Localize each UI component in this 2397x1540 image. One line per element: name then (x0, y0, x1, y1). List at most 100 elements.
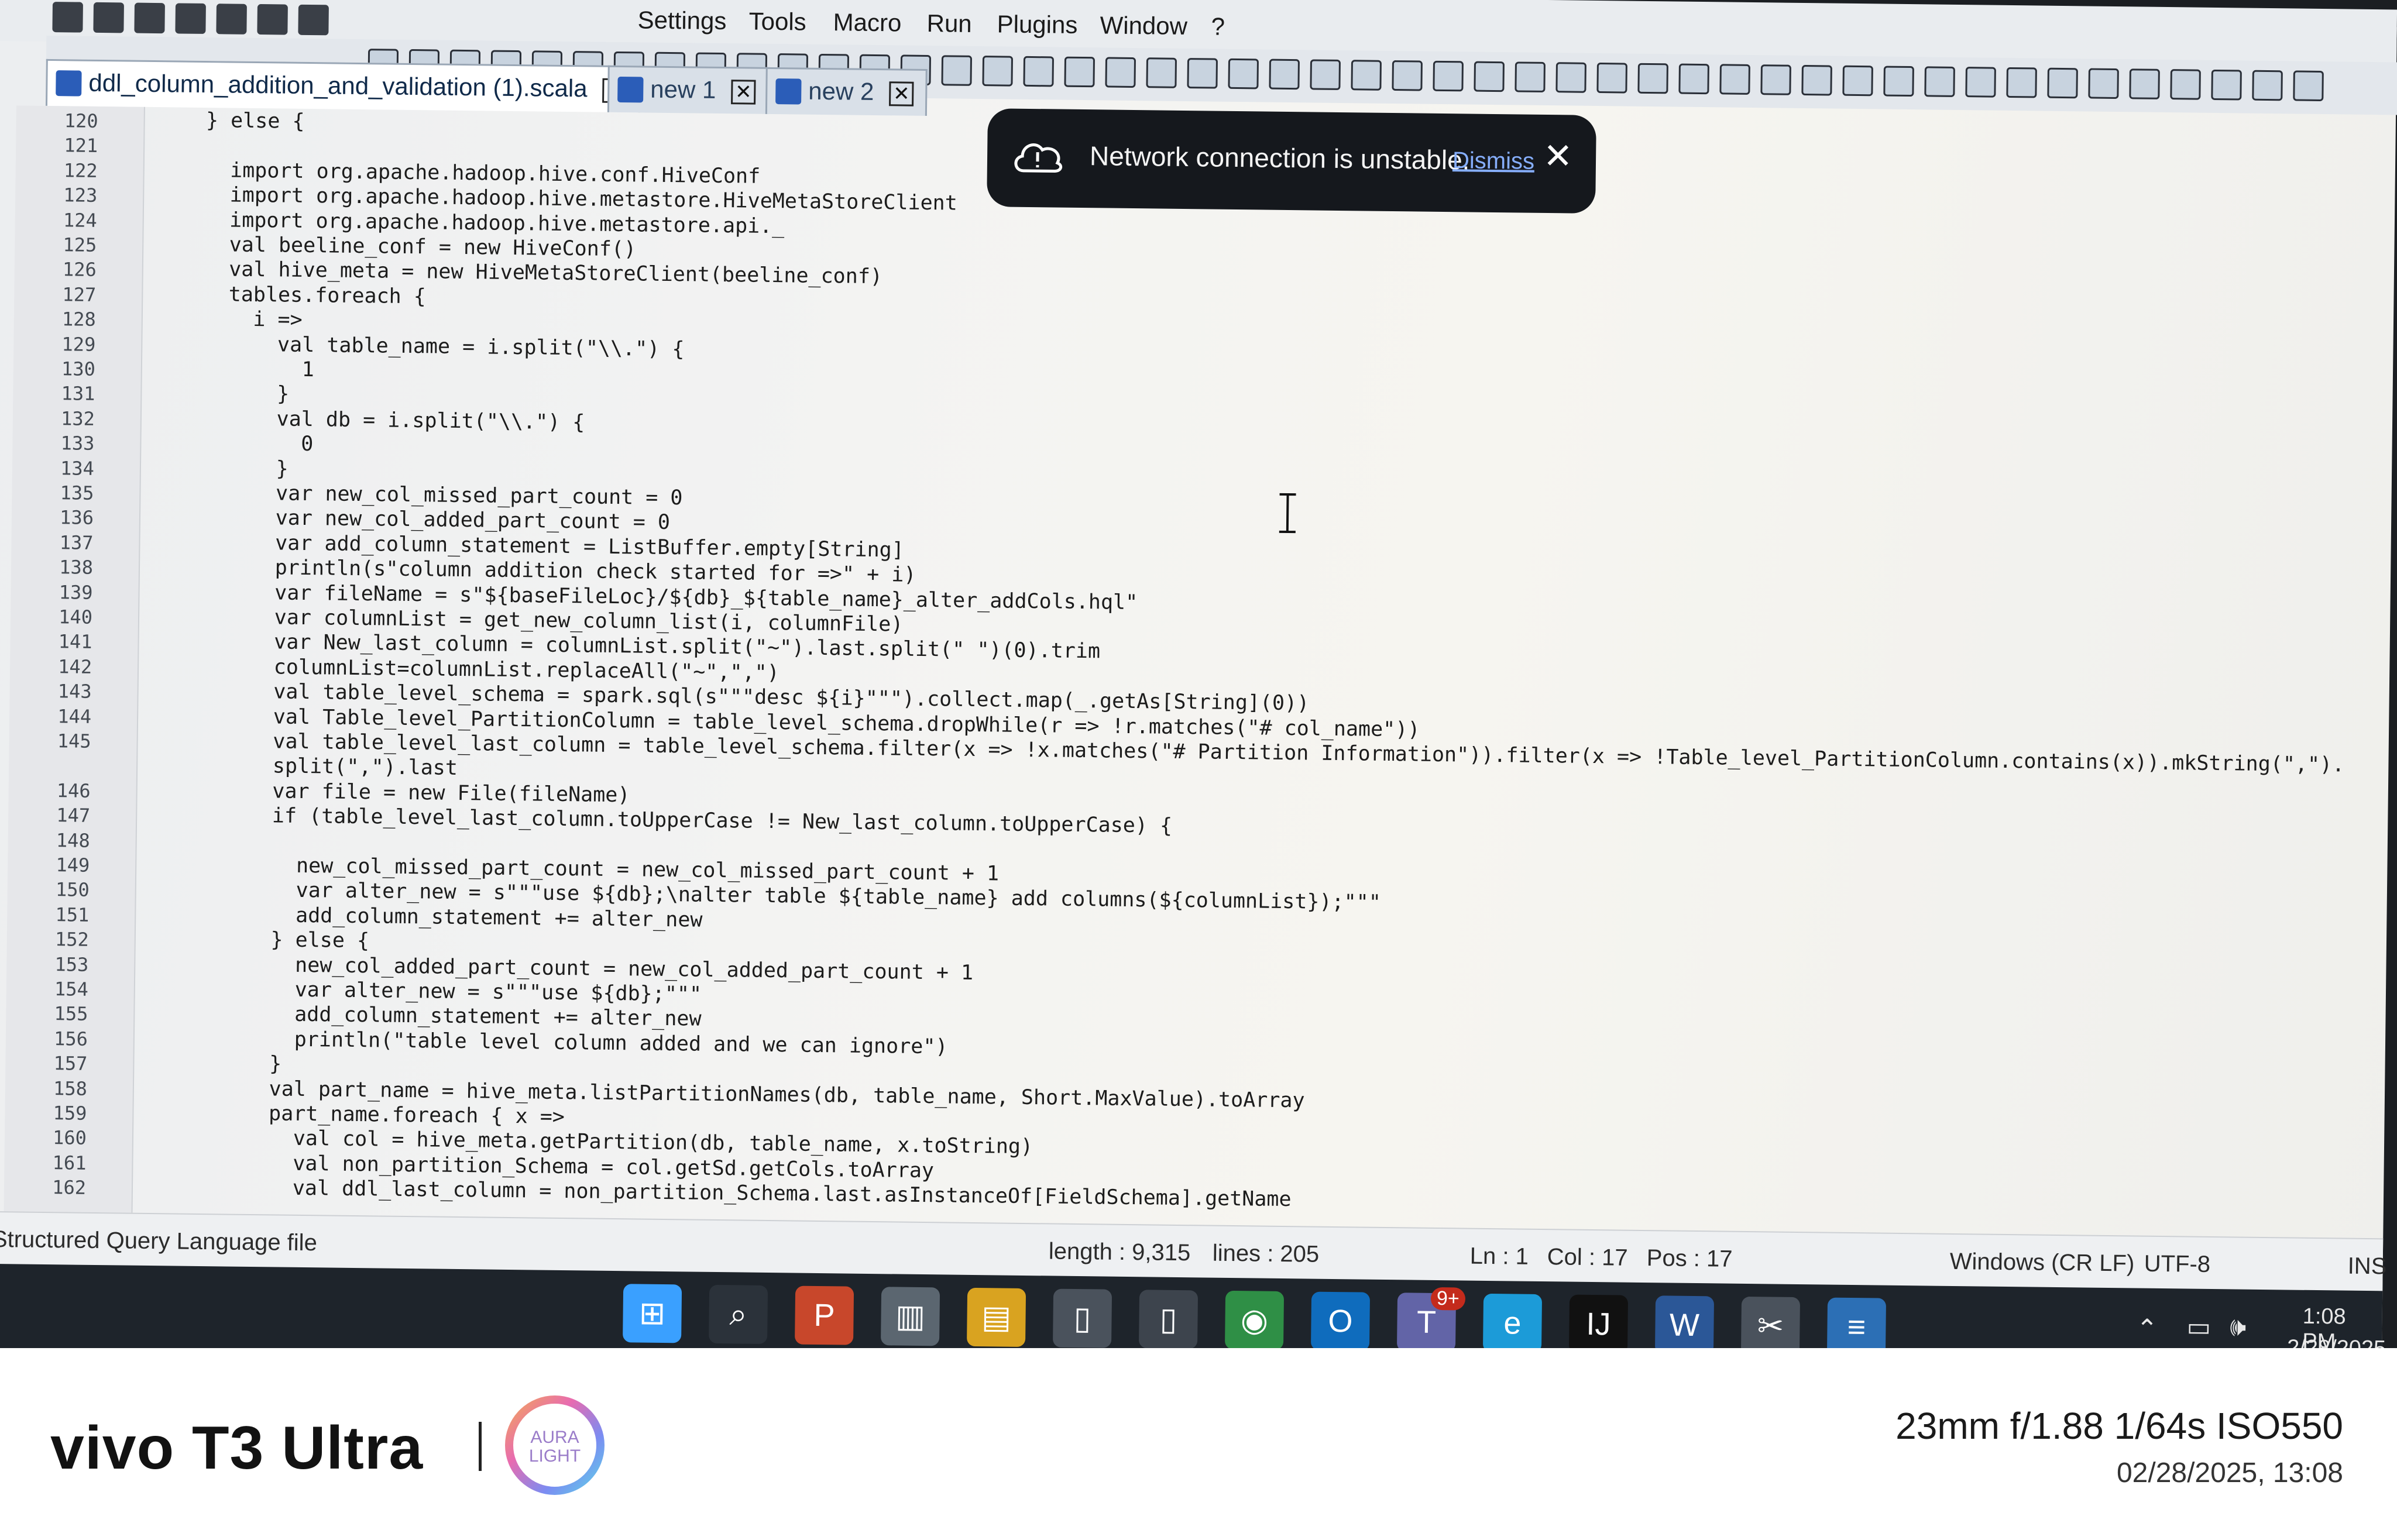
line-number: 136 (59, 506, 94, 530)
skip-last-icon[interactable] (2170, 69, 2201, 100)
new-file-icon[interactable] (52, 2, 83, 33)
first-diff-icon[interactable] (1474, 61, 1505, 92)
monitor-icon[interactable] (1105, 57, 1136, 88)
close-tab-icon[interactable]: ✕ (731, 80, 756, 105)
save-all-icon[interactable] (175, 3, 206, 34)
play-macro-icon[interactable] (1228, 58, 1259, 90)
clock-date[interactable]: 2/28/2025 (2287, 1335, 2386, 1348)
save-macro-icon[interactable] (1310, 59, 1341, 90)
chevron-up-icon[interactable]: ⌃ (2136, 1314, 2158, 1344)
chrome-icon[interactable]: ◉ (1224, 1290, 1285, 1348)
heart-icon[interactable] (1760, 64, 1791, 95)
code-line[interactable]: if (table_level_last_column.toUpperCase … (149, 803, 1173, 838)
powerpoint-icon[interactable]: P (795, 1285, 854, 1345)
start-icon[interactable]: ⊞ (623, 1284, 682, 1343)
menu-macro[interactable]: Macro (833, 8, 901, 37)
status-length: length : 9,315 (1048, 1238, 1191, 1266)
code-line[interactable]: val db = i.split("\\.") { (153, 406, 585, 434)
code-line[interactable]: 0 (153, 431, 314, 456)
tab-scala-file[interactable]: ddl_column_addition_and_validation (1).s… (45, 59, 641, 113)
file-explorer-icon[interactable]: ▤ (967, 1287, 1026, 1348)
menu-help[interactable]: ? (1211, 12, 1225, 40)
menu-settings[interactable]: Settings (637, 6, 726, 35)
panel-right-icon[interactable] (2252, 70, 2283, 101)
function-list-icon[interactable] (1023, 56, 1055, 87)
word-icon[interactable]: W (1654, 1295, 1715, 1348)
doc-icon[interactable] (2006, 67, 2037, 98)
diff-icon[interactable] (1433, 60, 1464, 92)
print-icon[interactable] (298, 4, 329, 36)
line-number: 141 (58, 630, 92, 654)
terminal-icon[interactable] (1842, 65, 1873, 97)
snipping-tool-icon[interactable]: ✂ (1740, 1296, 1801, 1348)
notepad-icon[interactable]: ≡ (1826, 1297, 1887, 1348)
bookmark-icon[interactable] (1351, 60, 1382, 91)
code-line[interactable]: } (146, 1051, 282, 1076)
close-all-icon[interactable] (257, 4, 288, 35)
database-icon[interactable]: ▥ (881, 1287, 940, 1346)
prev-diff-icon[interactable] (1515, 61, 1546, 92)
next-diff-icon[interactable] (1555, 62, 1586, 93)
code-line[interactable]: var new_col_added_part_count = 0 (152, 505, 670, 535)
record-macro-icon[interactable] (1146, 57, 1177, 88)
code-line[interactable]: } (153, 456, 289, 480)
close-icon[interactable] (216, 4, 247, 35)
panel-icon[interactable] (1637, 63, 1668, 94)
menu-tools[interactable]: Tools (748, 8, 806, 36)
code-line[interactable]: val ddl_last_column = non_partition_Sche… (145, 1175, 1292, 1211)
stop-macro-icon[interactable] (1187, 58, 1218, 89)
code-editor[interactable]: 120 121 122 123 124 125 126 127 128 129 130 131 132 1… (4, 105, 2395, 1247)
code-line[interactable]: } else { (147, 927, 369, 953)
panel-left-icon[interactable] (2211, 69, 2242, 101)
last-diff-icon[interactable] (1596, 62, 1627, 94)
document-icon[interactable]: ▯ (1138, 1290, 1198, 1348)
line-number: 153 (54, 953, 89, 976)
settings-icon[interactable] (1883, 66, 1914, 97)
network-icon[interactable]: ▭ (2186, 1312, 2211, 1342)
html-icon[interactable] (1801, 64, 1832, 96)
notepad-file-icon[interactable]: ▯ (1052, 1288, 1112, 1348)
close-icon[interactable] (2293, 70, 2324, 102)
compare-icon[interactable] (1392, 60, 1423, 91)
dismiss-link[interactable]: Dismiss (1452, 147, 1534, 175)
run-macro-icon[interactable] (1269, 59, 1300, 90)
edge-icon[interactable]: e (1482, 1293, 1543, 1348)
code-line[interactable]: var file = new File(fileName) (149, 778, 630, 807)
tab-new-2[interactable]: new 2 ✕ (765, 67, 928, 116)
menu-window[interactable]: Window (1100, 11, 1187, 40)
close-tab-icon[interactable]: ✕ (889, 81, 914, 106)
lang-icon[interactable] (941, 55, 973, 86)
code-line[interactable]: part_name.foreach { x => (145, 1101, 565, 1129)
intellij-icon[interactable]: IJ (1568, 1294, 1629, 1348)
doc-map-icon[interactable] (982, 56, 1014, 87)
search-icon[interactable]: ⌕ (709, 1284, 768, 1345)
next-icon[interactable] (2129, 68, 2160, 99)
skip-first-icon[interactable] (2047, 67, 2078, 99)
menu-run[interactable]: Run (926, 9, 972, 38)
note-icon[interactable] (1719, 64, 1750, 95)
code-line[interactable]: } (153, 381, 290, 406)
code-line[interactable]: val beeline_conf = new HiveConf() (155, 232, 636, 261)
status-eol[interactable]: Windows (CR LF) (1949, 1249, 2135, 1277)
code-line[interactable]: 1 (154, 356, 314, 381)
folder-workspace-icon[interactable] (1064, 56, 1096, 88)
tab-new-1[interactable]: new 1 ✕ (607, 65, 770, 114)
status-encoding[interactable]: UTF-8 (2144, 1251, 2210, 1278)
outlook-icon[interactable]: O (1310, 1291, 1371, 1348)
screen-photo: Settings Tools Macro Run Plugins Window? ddl_… (0, 0, 2397, 1348)
highlight-icon[interactable] (1678, 63, 1709, 95)
code-line[interactable]: } else { (156, 108, 305, 133)
code-line[interactable]: split(",").last (149, 753, 458, 781)
prev-icon[interactable] (2088, 68, 2119, 99)
code-line[interactable]: i => (154, 307, 303, 332)
code-line[interactable]: tables.foreach { (154, 282, 427, 308)
close-icon[interactable]: ✕ (1543, 136, 1573, 177)
code-line[interactable]: val table_name = i.split("\\.") { (154, 332, 685, 361)
menu-plugins[interactable]: Plugins (997, 10, 1077, 39)
plugin-icon[interactable] (1965, 67, 1996, 98)
volume-icon[interactable]: 🕪 (2230, 1312, 2246, 1342)
spinner-icon[interactable] (1924, 66, 1955, 97)
open-file-icon[interactable] (93, 2, 124, 33)
code-line[interactable]: var new_col_missed_part_count = 0 (152, 480, 683, 510)
save-icon[interactable] (134, 2, 165, 34)
